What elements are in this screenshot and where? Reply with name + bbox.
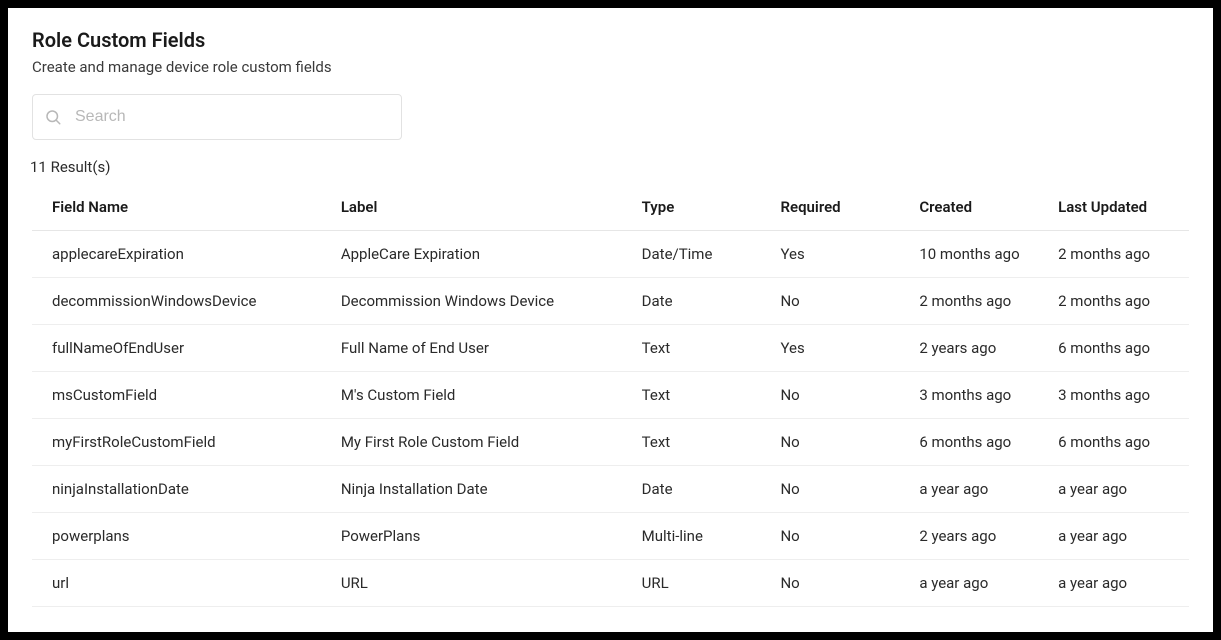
cell-last-updated: 2 months ago — [1050, 231, 1189, 278]
cell-field-name: ninjaInstallationDate — [32, 466, 333, 513]
column-header-required[interactable]: Required — [772, 186, 911, 231]
cell-last-updated: 6 months ago — [1050, 325, 1189, 372]
cell-last-updated: 2 months ago — [1050, 278, 1189, 325]
search-container — [32, 94, 402, 140]
cell-field-name: applecareExpiration — [32, 231, 333, 278]
cell-created: 2 years ago — [911, 325, 1050, 372]
cell-last-updated: 3 months ago — [1050, 372, 1189, 419]
cell-required: No — [772, 278, 911, 325]
table-row[interactable]: msCustomFieldM's Custom FieldTextNo3 mon… — [32, 372, 1189, 419]
cell-field-name: fullNameOfEndUser — [32, 325, 333, 372]
column-header-type[interactable]: Type — [634, 186, 773, 231]
results-count: 11 Result(s) — [30, 158, 1189, 176]
cell-type: Text — [634, 372, 773, 419]
cell-field-name: msCustomField — [32, 372, 333, 419]
table-header-row: Field Name Label Type Required Created L… — [32, 186, 1189, 231]
column-header-last-updated[interactable]: Last Updated — [1050, 186, 1189, 231]
cell-created: 10 months ago — [911, 231, 1050, 278]
cell-label: Full Name of End User — [333, 325, 634, 372]
cell-created: 3 months ago — [911, 372, 1050, 419]
cell-required: No — [772, 560, 911, 607]
table-row[interactable]: fullNameOfEndUserFull Name of End UserTe… — [32, 325, 1189, 372]
cell-type: Date — [634, 466, 773, 513]
cell-type: Date/Time — [634, 231, 773, 278]
cell-required: No — [772, 372, 911, 419]
cell-type: Text — [634, 419, 773, 466]
cell-created: a year ago — [911, 466, 1050, 513]
page-title: Role Custom Fields — [32, 28, 1189, 52]
cell-last-updated: a year ago — [1050, 466, 1189, 513]
cell-field-name: myFirstRoleCustomField — [32, 419, 333, 466]
table-row[interactable]: applecareExpirationAppleCare ExpirationD… — [32, 231, 1189, 278]
column-header-created[interactable]: Created — [911, 186, 1050, 231]
cell-type: URL — [634, 560, 773, 607]
role-custom-fields-panel: Role Custom Fields Create and manage dev… — [8, 8, 1213, 632]
cell-field-name: powerplans — [32, 513, 333, 560]
cell-last-updated: a year ago — [1050, 560, 1189, 607]
table-row[interactable]: urlURLURLNoa year agoa year ago — [32, 560, 1189, 607]
column-header-label[interactable]: Label — [333, 186, 634, 231]
cell-created: 2 years ago — [911, 513, 1050, 560]
cell-created: 2 months ago — [911, 278, 1050, 325]
cell-label: Ninja Installation Date — [333, 466, 634, 513]
cell-label: M's Custom Field — [333, 372, 634, 419]
column-header-field-name[interactable]: Field Name — [32, 186, 333, 231]
cell-field-name: decommissionWindowsDevice — [32, 278, 333, 325]
cell-created: a year ago — [911, 560, 1050, 607]
cell-label: AppleCare Expiration — [333, 231, 634, 278]
cell-type: Text — [634, 325, 773, 372]
cell-last-updated: a year ago — [1050, 513, 1189, 560]
cell-label: PowerPlans — [333, 513, 634, 560]
cell-type: Date — [634, 278, 773, 325]
cell-label: URL — [333, 560, 634, 607]
cell-label: My First Role Custom Field — [333, 419, 634, 466]
cell-required: No — [772, 513, 911, 560]
page-subtitle: Create and manage device role custom fie… — [32, 58, 1189, 76]
search-input[interactable] — [32, 94, 402, 140]
custom-fields-table: Field Name Label Type Required Created L… — [32, 186, 1189, 607]
cell-required: Yes — [772, 325, 911, 372]
cell-last-updated: 6 months ago — [1050, 419, 1189, 466]
cell-required: No — [772, 466, 911, 513]
table-row[interactable]: myFirstRoleCustomFieldMy First Role Cust… — [32, 419, 1189, 466]
cell-created: 6 months ago — [911, 419, 1050, 466]
cell-required: No — [772, 419, 911, 466]
cell-label: Decommission Windows Device — [333, 278, 634, 325]
cell-field-name: url — [32, 560, 333, 607]
cell-type: Multi-line — [634, 513, 773, 560]
table-row[interactable]: decommissionWindowsDeviceDecommission Wi… — [32, 278, 1189, 325]
table-row[interactable]: powerplansPowerPlansMulti-lineNo2 years … — [32, 513, 1189, 560]
cell-required: Yes — [772, 231, 911, 278]
table-row[interactable]: ninjaInstallationDateNinja Installation … — [32, 466, 1189, 513]
